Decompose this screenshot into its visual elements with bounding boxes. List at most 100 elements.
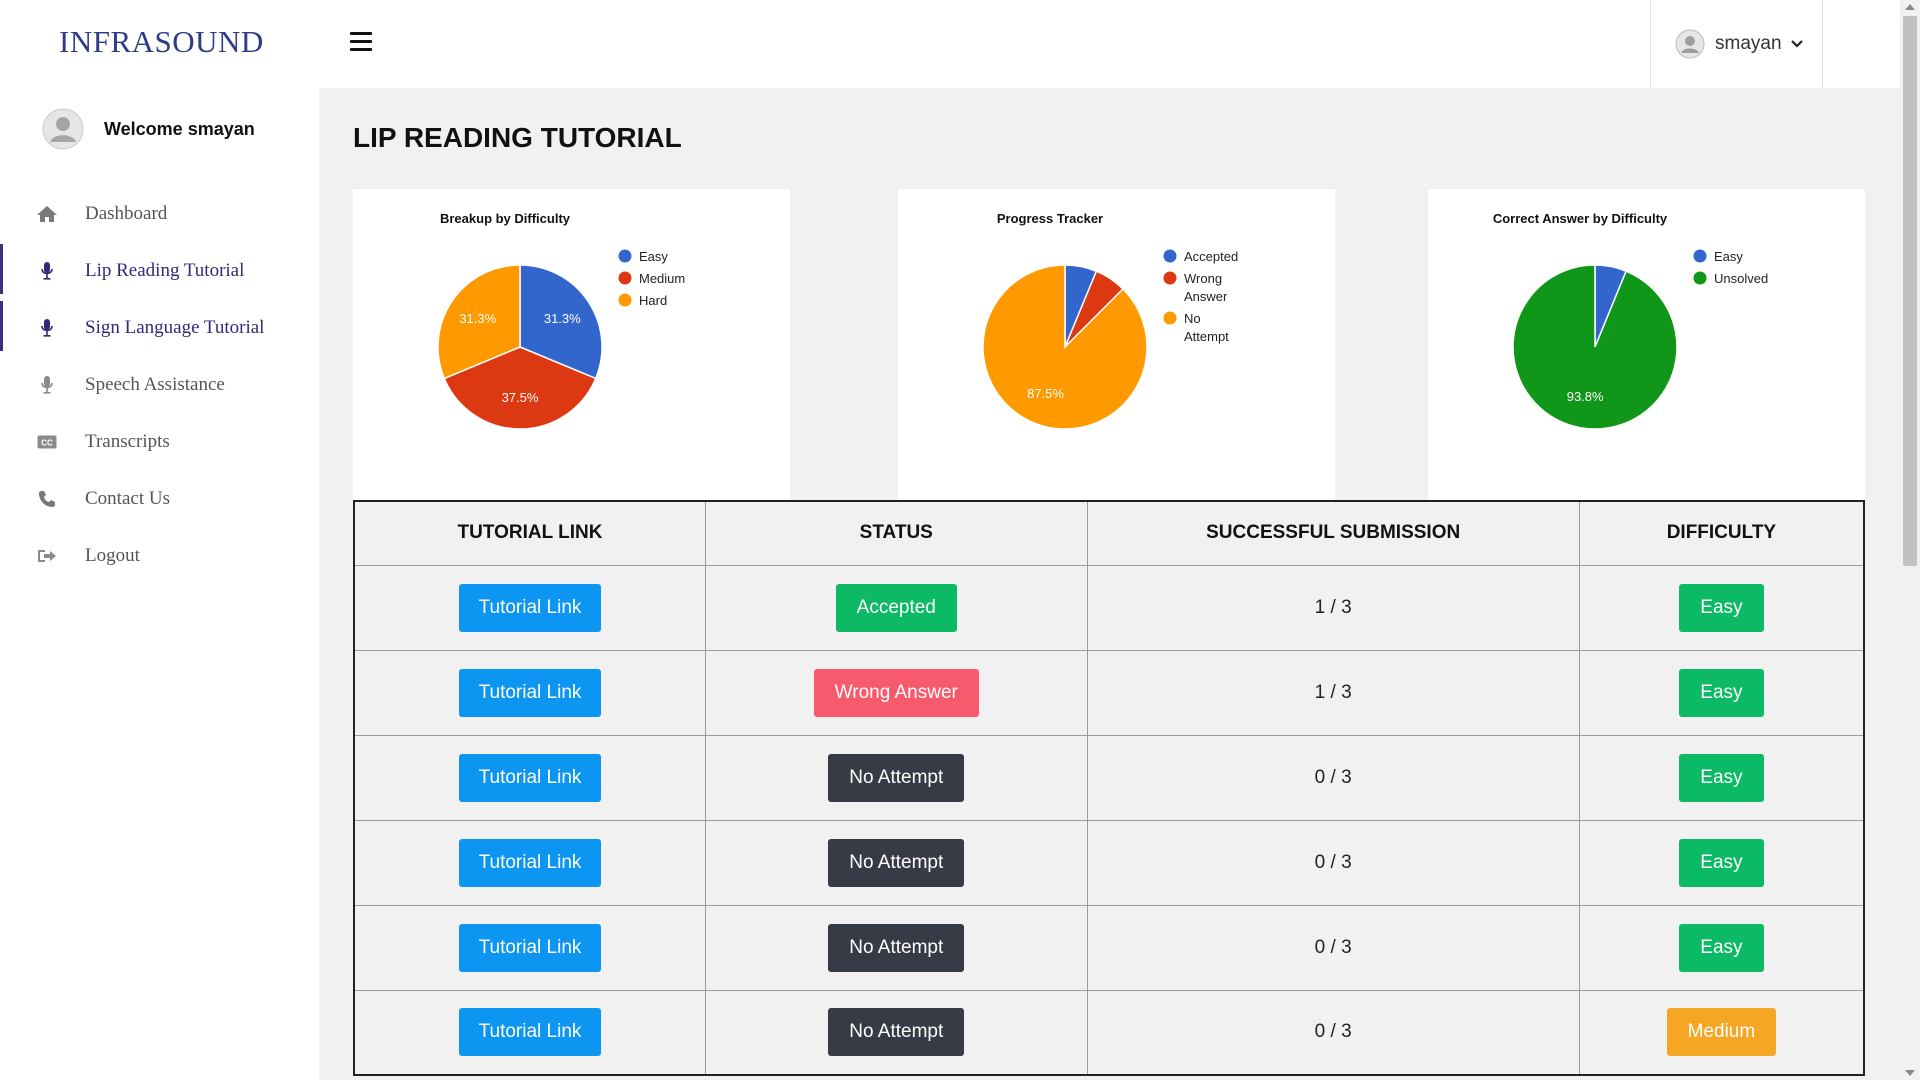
tutorial-link-button[interactable]: Tutorial Link bbox=[458, 923, 602, 972]
legend-label: Easy bbox=[639, 249, 668, 264]
difficulty-badge: Easy bbox=[1679, 583, 1764, 632]
scroll-up-arrow-icon[interactable] bbox=[1905, 4, 1915, 10]
sidebar-item-transcripts[interactable]: CC Transcripts bbox=[0, 413, 319, 470]
svg-text:CC: CC bbox=[41, 439, 53, 448]
submission-count: 1 / 3 bbox=[1086, 649, 1580, 736]
legend-label: Unsolved bbox=[1714, 271, 1768, 286]
pie-slice-no-attempt[interactable] bbox=[982, 264, 1148, 430]
welcome-text: Welcome smayan bbox=[104, 118, 255, 139]
closed-caption-icon: CC bbox=[36, 432, 58, 452]
chevron-down-icon bbox=[1790, 40, 1803, 48]
scroll-thumb[interactable] bbox=[1903, 16, 1917, 566]
sidebar-item-lip-reading[interactable]: Lip Reading Tutorial bbox=[0, 242, 319, 299]
status-badge: No Attempt bbox=[828, 753, 965, 802]
brand-logo[interactable]: INFRASOUND bbox=[59, 24, 264, 60]
scroll-down-arrow-icon[interactable] bbox=[1905, 1070, 1915, 1076]
difficulty-badge: Easy bbox=[1679, 838, 1764, 887]
chart-title: Progress Tracker bbox=[997, 211, 1103, 226]
legend-swatch bbox=[618, 249, 632, 263]
table-row: Tutorial Link Accepted 1 / 3 Easy bbox=[353, 564, 1865, 651]
column-header: DIFFICULTY bbox=[1578, 500, 1865, 566]
tutorial-link-button[interactable]: Tutorial Link bbox=[458, 753, 602, 802]
submission-count: 0 / 3 bbox=[1086, 819, 1580, 906]
pie-slice-unsolved[interactable] bbox=[1512, 264, 1678, 430]
pie-chart-difficulty: Breakup by Difficulty 31.3% 37.5% 31.3% Easy… bbox=[437, 211, 686, 430]
welcome-block: Welcome smayan bbox=[42, 108, 255, 150]
phone-icon bbox=[36, 489, 58, 509]
legend-label: Accepted bbox=[1184, 249, 1238, 264]
microphone-icon bbox=[36, 375, 58, 395]
legend-label: Attempt bbox=[1184, 329, 1229, 344]
tutorial-link-button[interactable]: Tutorial Link bbox=[458, 838, 602, 887]
sidebar-item-label: Contact Us bbox=[85, 487, 170, 509]
legend-item[interactable]: Easy bbox=[618, 249, 669, 264]
microphone-icon bbox=[36, 318, 58, 338]
top-bar: INFRASOUND smayan bbox=[0, 0, 1920, 88]
slice-value-label: 31.3% bbox=[459, 311, 496, 326]
sidebar-item-label: Dashboard bbox=[85, 202, 168, 224]
legend-swatch bbox=[1693, 271, 1707, 285]
pie-chart-progress: Progress Tracker 87.5% Accepted Wrong Answer… bbox=[982, 211, 1239, 430]
sidebar-item-logout[interactable]: Logout bbox=[0, 527, 319, 584]
tutorial-table: TUTORIAL LINK STATUS SUCCESSFUL SUBMISSI… bbox=[353, 500, 1865, 1076]
tutorial-link-button[interactable]: Tutorial Link bbox=[458, 583, 602, 632]
sidebar-item-label: Logout bbox=[85, 544, 140, 566]
slice-value-label: 31.3% bbox=[544, 311, 581, 326]
sidebar-item-label: Speech Assistance bbox=[85, 373, 225, 395]
difficulty-badge: Medium bbox=[1666, 1008, 1777, 1057]
sidebar-item-sign-language[interactable]: Sign Language Tutorial bbox=[0, 299, 319, 356]
submission-count: 0 / 3 bbox=[1086, 904, 1580, 991]
legend-item[interactable]: Hard bbox=[618, 293, 668, 308]
status-badge: Accepted bbox=[835, 583, 957, 632]
home-icon bbox=[36, 204, 58, 224]
status-badge: No Attempt bbox=[828, 923, 965, 972]
tutorial-link-button[interactable]: Tutorial Link bbox=[458, 1008, 602, 1057]
main-content: LIP READING TUTORIAL Breakup by Difficul… bbox=[319, 88, 1900, 1080]
legend-item[interactable]: Wrong Answer bbox=[1163, 271, 1229, 304]
column-header: TUTORIAL LINK bbox=[353, 500, 707, 566]
difficulty-badge: Easy bbox=[1679, 753, 1764, 802]
legend-item[interactable]: No Attempt bbox=[1163, 311, 1230, 344]
sidebar: Welcome smayan Dashboard Lip Reading Tut… bbox=[0, 88, 319, 1080]
legend-label: Wrong bbox=[1184, 271, 1222, 286]
chart-card-progress: Progress Tracker 87.5% Accepted Wrong Answer… bbox=[898, 189, 1335, 502]
legend-swatch bbox=[1693, 249, 1707, 263]
sidebar-item-label: Transcripts bbox=[85, 430, 170, 452]
legend-item[interactable]: Accepted bbox=[1163, 249, 1239, 264]
legend-swatch bbox=[618, 271, 632, 285]
table-row: Tutorial Link No Attempt 0 / 3 Easy bbox=[353, 904, 1865, 991]
slice-value-label: 93.8% bbox=[1567, 389, 1604, 404]
status-badge: Wrong Answer bbox=[813, 668, 979, 717]
legend-label: Answer bbox=[1184, 289, 1228, 304]
pie-chart-correct: Correct Answer by Difficulty 93.8% Easy Uns… bbox=[1493, 211, 1769, 430]
column-header: STATUS bbox=[705, 500, 1088, 566]
sidebar-item-dashboard[interactable]: Dashboard bbox=[0, 185, 319, 242]
menu-toggle-icon[interactable] bbox=[350, 32, 374, 54]
logout-icon bbox=[36, 546, 58, 566]
page-scrollbar[interactable] bbox=[1900, 0, 1920, 1080]
legend-label: Hard bbox=[639, 293, 667, 308]
table-row: Tutorial Link No Attempt 0 / 3 Easy bbox=[353, 819, 1865, 906]
table-row: Tutorial Link No Attempt 0 / 3 Medium bbox=[353, 989, 1865, 1076]
sidebar-nav: Dashboard Lip Reading Tutorial Sign Lang… bbox=[0, 185, 319, 584]
sidebar-item-contact[interactable]: Contact Us bbox=[0, 470, 319, 527]
avatar-icon bbox=[42, 108, 84, 150]
legend-swatch bbox=[1163, 271, 1177, 285]
legend-item[interactable]: Unsolved bbox=[1693, 271, 1769, 286]
submission-count: 1 / 3 bbox=[1086, 564, 1580, 651]
legend-item[interactable]: Easy bbox=[1693, 249, 1744, 264]
submission-count: 0 / 3 bbox=[1086, 734, 1580, 821]
user-menu[interactable]: smayan bbox=[1650, 0, 1823, 88]
tutorial-table-wrap: TUTORIAL LINK STATUS SUCCESSFUL SUBMISSI… bbox=[353, 500, 1865, 1080]
submission-count: 0 / 3 bbox=[1086, 989, 1580, 1076]
tutorial-link-button[interactable]: Tutorial Link bbox=[458, 668, 602, 717]
legend-label: No bbox=[1184, 311, 1201, 326]
legend-label: Medium bbox=[639, 271, 685, 286]
legend-swatch bbox=[1163, 311, 1177, 325]
sidebar-item-label: Lip Reading Tutorial bbox=[85, 259, 245, 281]
legend-swatch bbox=[618, 293, 632, 307]
table-row: Tutorial Link Wrong Answer 1 / 3 Easy bbox=[353, 649, 1865, 736]
sidebar-item-speech-assistance[interactable]: Speech Assistance bbox=[0, 356, 319, 413]
legend-item[interactable]: Medium bbox=[618, 271, 686, 286]
page-title: LIP READING TUTORIAL bbox=[353, 122, 682, 153]
